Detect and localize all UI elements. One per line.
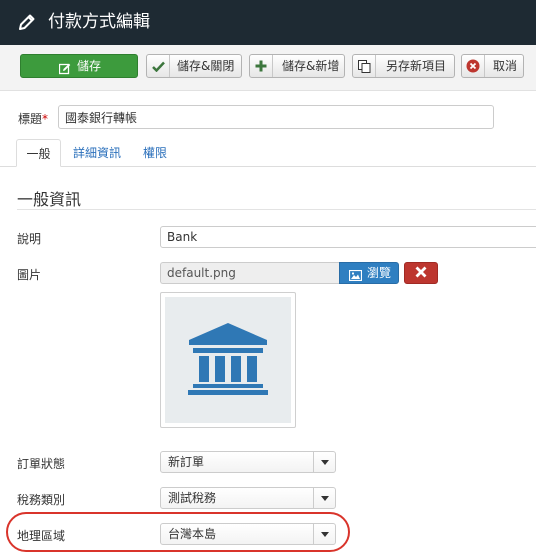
title-input[interactable] (58, 105, 494, 129)
section-heading: 一般資訊 (17, 190, 82, 209)
save-button[interactable]: 儲存 (20, 54, 138, 78)
toolbar: 儲存 儲存&關閉 儲存&新增 另存新項目 取消 (0, 45, 536, 91)
cancel-label: 取消 (493, 59, 518, 73)
save-label: 儲存 (77, 59, 102, 73)
browse-label: 瀏覽 (367, 266, 392, 280)
save-copy-label: 另存新項目 (386, 59, 447, 73)
clear-image-button[interactable] (404, 262, 438, 284)
save-close-button[interactable]: 儲存&關閉 (146, 54, 242, 78)
description-label: 說明 (17, 232, 42, 246)
order-status-value: 新訂單 (168, 455, 205, 469)
description-input[interactable] (160, 226, 536, 248)
order-status-label: 訂單狀態 (17, 457, 66, 471)
tab-general[interactable]: 一般 (16, 139, 61, 167)
tax-category-label: 稅務類別 (17, 493, 66, 507)
image-label: 圖片 (17, 268, 42, 282)
tab-details[interactable]: 詳細資訊 (73, 139, 121, 167)
check-icon (147, 55, 170, 77)
image-preview (160, 292, 296, 428)
save-new-button[interactable]: 儲存&新增 (249, 54, 345, 78)
save-new-label: 儲存&新增 (282, 59, 340, 73)
region-select[interactable]: 台灣本島 (160, 523, 336, 545)
save-as-copy-button[interactable]: 另存新項目 (352, 54, 455, 78)
tax-category-select[interactable]: 測試稅務 (160, 487, 336, 509)
page-header: 付款方式編輯 (0, 0, 536, 45)
tab-permissions[interactable]: 權限 (143, 139, 167, 167)
pencil-icon (17, 12, 37, 32)
page-title: 付款方式編輯 (48, 12, 150, 32)
region-label: 地理區域 (17, 529, 66, 543)
title-label: 標題* (18, 110, 48, 127)
image-preview-background (165, 297, 291, 423)
chevron-down-icon (313, 524, 335, 544)
tax-category-value: 測試稅務 (168, 491, 217, 505)
edit-icon (58, 60, 71, 77)
required-mark: * (42, 112, 49, 126)
image-path-input[interactable] (160, 262, 340, 284)
section-divider (17, 209, 536, 210)
chevron-down-icon (313, 488, 335, 508)
bank-icon (187, 322, 269, 399)
cancel-icon (462, 55, 485, 77)
chevron-down-icon (313, 452, 335, 472)
region-value: 台灣本島 (168, 527, 217, 541)
save-close-label: 儲存&關閉 (177, 59, 235, 73)
title-label-text: 標題 (18, 112, 43, 126)
plus-icon (250, 55, 273, 77)
cancel-button[interactable]: 取消 (461, 54, 524, 78)
image-icon (348, 267, 363, 287)
order-status-select[interactable]: 新訂單 (160, 451, 336, 473)
copy-icon (353, 55, 376, 77)
close-icon (415, 266, 427, 281)
browse-button[interactable]: 瀏覽 (339, 262, 399, 284)
